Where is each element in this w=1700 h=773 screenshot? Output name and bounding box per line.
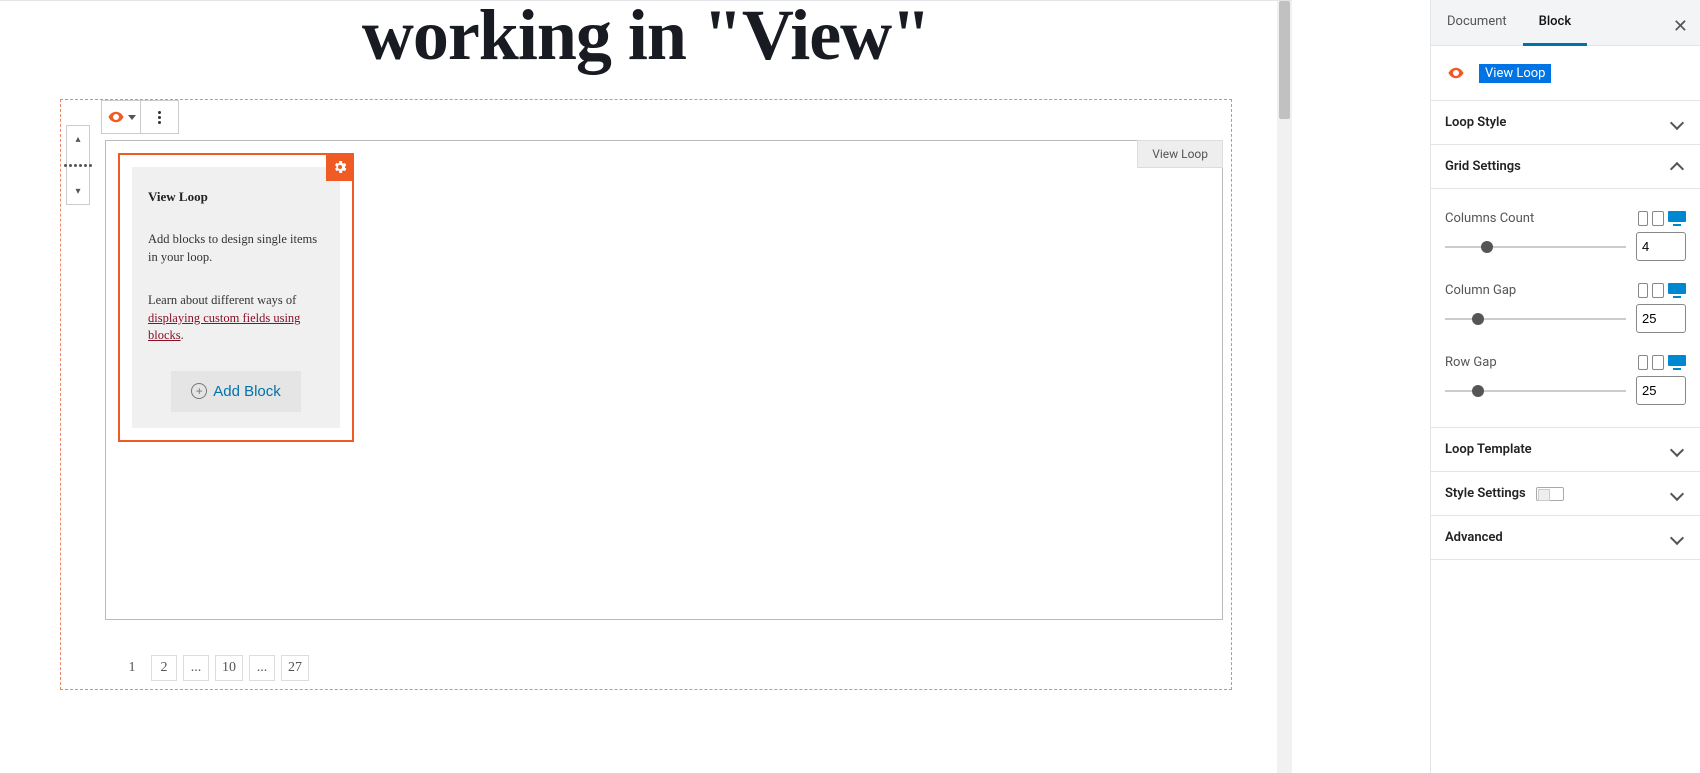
loop-block-learn: Learn about different ways of displaying…	[148, 292, 324, 345]
chevron-down-icon	[1670, 442, 1684, 456]
chevron-down-icon	[1670, 115, 1684, 129]
move-down-button[interactable]: ▾	[67, 178, 89, 204]
chevron-down-icon	[128, 115, 136, 120]
chevron-down-icon	[1670, 530, 1684, 544]
view-loop-block[interactable]: View Loop Add blocks to design single it…	[118, 153, 354, 442]
column-gap-slider[interactable]	[1445, 318, 1626, 320]
close-icon: ✕	[1673, 16, 1688, 37]
device-mobile-button[interactable]	[1638, 355, 1648, 370]
learn-more-link[interactable]: displaying custom fields using blocks	[148, 311, 300, 343]
sidebar-tabs: Document Block ✕	[1431, 0, 1700, 46]
scrollbar-thumb[interactable]	[1279, 1, 1290, 119]
device-tablet-button[interactable]	[1652, 355, 1664, 370]
columns-count-label: Columns Count	[1445, 211, 1534, 226]
columns-count-slider[interactable]	[1445, 246, 1626, 248]
panel-grid-settings[interactable]: Grid Settings	[1431, 145, 1700, 189]
grip-icon	[64, 152, 92, 178]
device-desktop-button[interactable]	[1668, 211, 1686, 226]
panel-label: Grid Settings	[1445, 159, 1521, 174]
panel-label: Style Settings	[1445, 486, 1526, 501]
plus-circle-icon: +	[191, 383, 207, 399]
page-link[interactable]: 2	[151, 655, 177, 681]
row-gap-label-row: Row Gap	[1445, 355, 1686, 370]
loop-block-desc: Add blocks to design single items in you…	[148, 231, 324, 266]
learn-text-prefix: Learn about different ways of	[148, 293, 296, 307]
block-more-options-button[interactable]	[140, 101, 178, 133]
row-gap-label: Row Gap	[1445, 355, 1497, 370]
columns-count-label-row: Columns Count	[1445, 211, 1686, 226]
page-title: working in "View"	[0, 1, 1292, 99]
view-icon	[107, 108, 125, 126]
column-gap-label: Column Gap	[1445, 283, 1516, 298]
device-desktop-button[interactable]	[1668, 355, 1686, 370]
columns-count-input[interactable]	[1636, 232, 1686, 261]
device-mobile-button[interactable]	[1638, 283, 1648, 298]
editor-scrollbar[interactable]	[1277, 1, 1292, 773]
responsive-device-buttons	[1638, 283, 1686, 298]
chevron-down-icon	[1670, 486, 1684, 500]
responsive-device-buttons	[1638, 355, 1686, 370]
panel-label: Loop Style	[1445, 115, 1506, 130]
panel-grid-settings-body: Columns Count Column Gap	[1431, 189, 1700, 428]
column-gap-input[interactable]	[1636, 304, 1686, 333]
panel-style-settings[interactable]: Style Settings	[1431, 472, 1700, 516]
row-gap-input[interactable]	[1636, 376, 1686, 405]
view-wrapper-block[interactable]: ▴ ▾ View Loop View Loop Add bloc	[60, 99, 1232, 690]
responsive-device-buttons	[1638, 211, 1686, 226]
page-link[interactable]: 10	[215, 655, 243, 681]
block-mover: ▴ ▾	[66, 125, 90, 205]
page-ellipsis: ...	[249, 655, 275, 681]
add-block-button[interactable]: + Add Block	[171, 371, 301, 412]
pagination: 1 2 ... 10 ... 27	[119, 655, 1223, 681]
tab-block[interactable]: Block	[1523, 0, 1587, 46]
loop-block-title: View Loop	[148, 189, 324, 205]
view-container[interactable]: View Loop View Loop Add blocks to design…	[105, 140, 1223, 620]
page-current[interactable]: 1	[119, 655, 145, 681]
panel-advanced[interactable]: Advanced	[1431, 516, 1700, 560]
block-settings-button[interactable]	[326, 153, 354, 181]
row-gap-control	[1445, 376, 1686, 405]
column-gap-label-row: Column Gap	[1445, 283, 1686, 298]
more-vertical-icon	[158, 111, 161, 124]
settings-sidebar: Document Block ✕ View Loop Loop Style Gr…	[1430, 0, 1700, 773]
page-link[interactable]: 27	[281, 655, 309, 681]
device-mobile-button[interactable]	[1638, 211, 1648, 226]
tab-document[interactable]: Document	[1431, 0, 1523, 45]
gear-icon	[332, 159, 348, 175]
move-up-button[interactable]: ▴	[67, 126, 89, 152]
column-gap-control	[1445, 304, 1686, 333]
learn-text-suffix: .	[181, 328, 184, 342]
view-loop-icon	[1445, 62, 1467, 84]
view-label-chip: View Loop	[1137, 140, 1223, 168]
editor-canvas: working in "View" ▴ ▾	[0, 0, 1292, 773]
page-ellipsis: ...	[183, 655, 209, 681]
block-toolbar	[101, 100, 179, 134]
style-settings-toggle[interactable]	[1536, 487, 1564, 501]
close-sidebar-button[interactable]: ✕	[1669, 12, 1692, 41]
device-tablet-button[interactable]	[1652, 211, 1664, 226]
device-tablet-button[interactable]	[1652, 283, 1664, 298]
loop-block-inner: View Loop Add blocks to design single it…	[132, 167, 340, 428]
panel-label: Advanced	[1445, 530, 1503, 545]
block-name-chip: View Loop	[1479, 64, 1551, 83]
columns-count-control	[1445, 232, 1686, 261]
row-gap-slider[interactable]	[1445, 390, 1626, 392]
add-block-label: Add Block	[213, 383, 281, 400]
block-identity: View Loop	[1431, 46, 1700, 101]
panel-loop-style[interactable]: Loop Style	[1431, 101, 1700, 145]
panel-label: Loop Template	[1445, 442, 1532, 457]
panel-loop-template[interactable]: Loop Template	[1431, 428, 1700, 472]
device-desktop-button[interactable]	[1668, 283, 1686, 298]
block-type-button[interactable]	[102, 101, 140, 133]
chevron-up-icon	[1670, 161, 1684, 175]
drag-handle[interactable]	[67, 152, 89, 178]
